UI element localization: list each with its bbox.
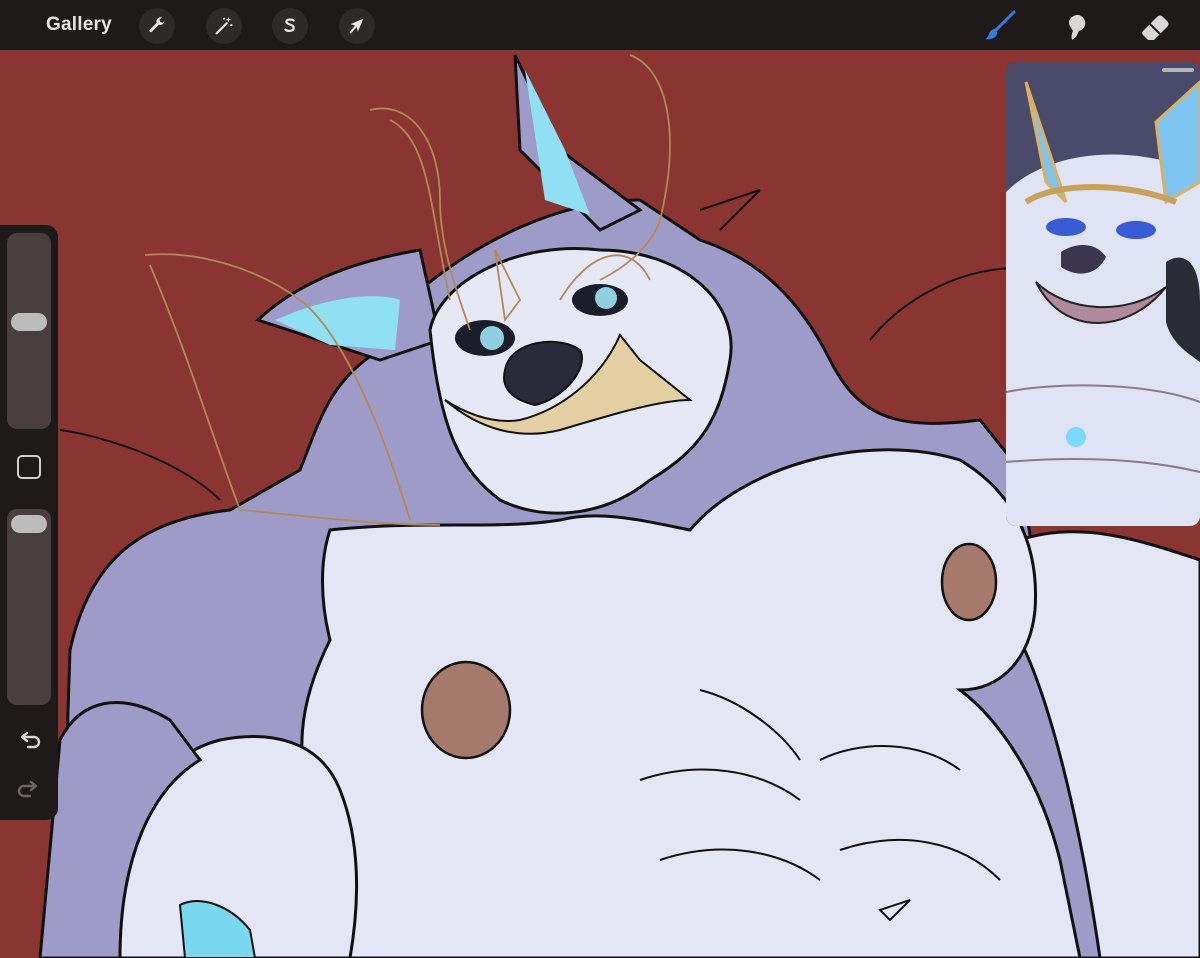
top-toolbar: Gallery	[0, 0, 1200, 50]
procreate-app: Gallery	[0, 0, 1200, 958]
reference-window[interactable]	[1006, 62, 1200, 526]
gallery-button[interactable]: Gallery	[46, 14, 112, 36]
eraser-tool-button[interactable]	[1136, 6, 1176, 46]
smudge-tool-button[interactable]	[1055, 6, 1095, 46]
brush-size-slider[interactable]	[7, 233, 51, 429]
wrench-icon	[149, 17, 165, 33]
opacity-slider[interactable]	[7, 509, 51, 705]
reference-image	[1006, 62, 1200, 526]
magic-wand-icon	[215, 16, 233, 35]
adjustments-button[interactable]	[206, 8, 242, 44]
undo-icon[interactable]	[15, 728, 43, 756]
modify-button[interactable]	[17, 455, 41, 479]
brush-icon	[985, 10, 1016, 40]
selection-s-icon	[284, 18, 295, 32]
eraser-icon	[1142, 15, 1169, 40]
selection-button[interactable]	[272, 8, 308, 44]
opacity-thumb[interactable]	[11, 515, 47, 533]
left-sidebar	[0, 225, 58, 820]
smudge-icon	[1068, 14, 1086, 40]
brush-size-thumb[interactable]	[11, 313, 47, 331]
redo-icon[interactable]	[15, 777, 43, 805]
brush-tool-button[interactable]	[980, 6, 1020, 46]
reference-drag-handle[interactable]	[1162, 68, 1194, 72]
transform-button[interactable]	[339, 8, 375, 44]
actions-button[interactable]	[139, 8, 175, 44]
arrow-cursor-icon	[349, 18, 364, 34]
